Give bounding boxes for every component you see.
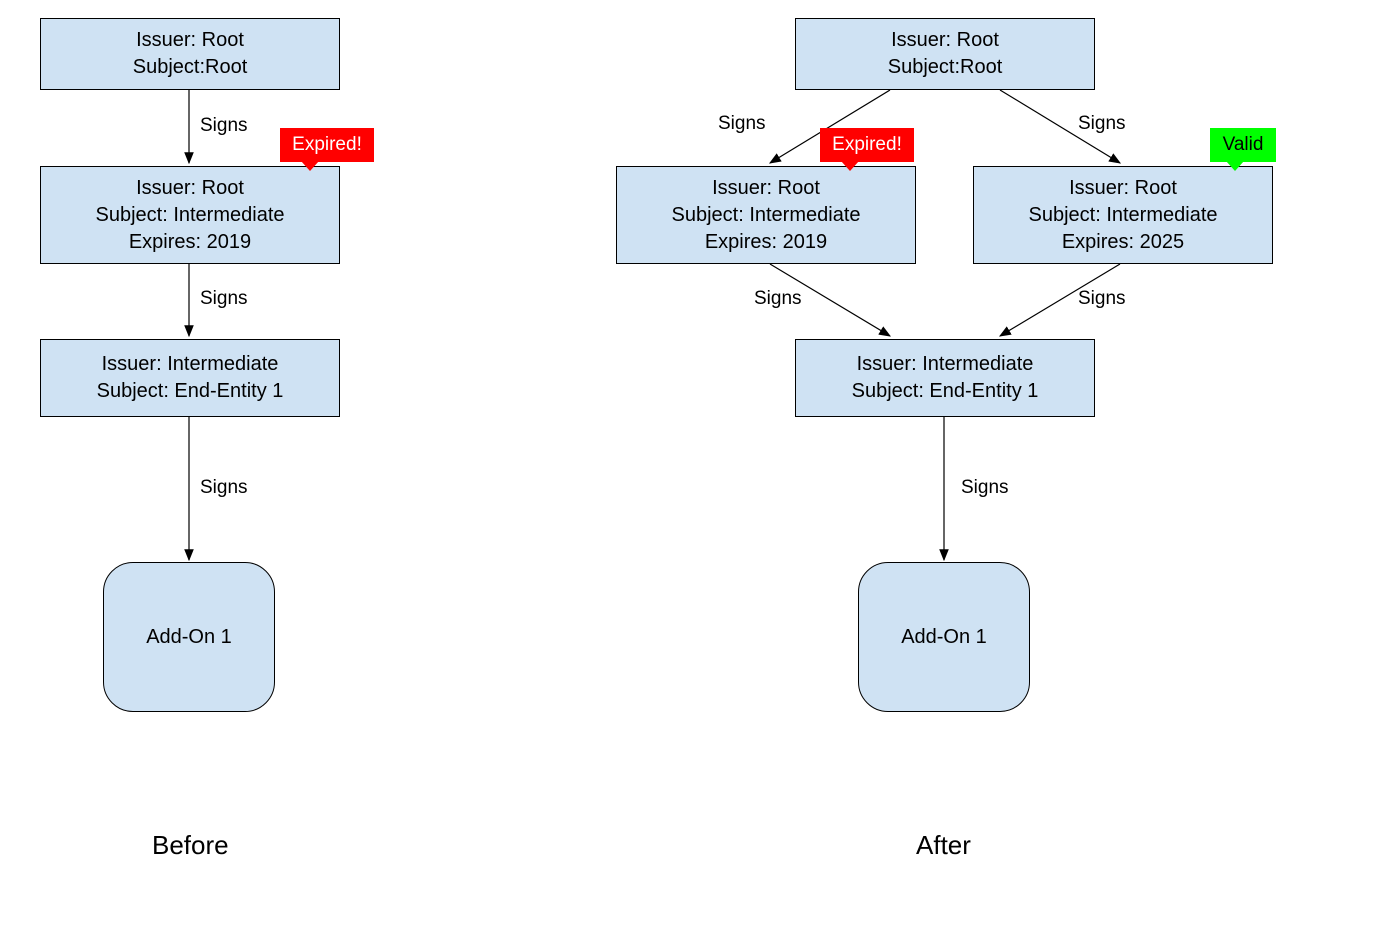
valid-badge-tail xyxy=(1226,161,1244,171)
signs-label: Signs xyxy=(1078,288,1126,310)
cert-line: Expires: 2019 xyxy=(705,229,827,256)
cert-line: Issuer: Root xyxy=(1069,175,1177,202)
signs-label: Signs xyxy=(200,477,248,499)
addon-label: Add-On 1 xyxy=(146,626,232,649)
cert-line: Issuer: Root xyxy=(136,175,244,202)
before-addon: Add-On 1 xyxy=(103,562,275,712)
signs-label: Signs xyxy=(961,477,1009,499)
arrows-layer xyxy=(0,0,1384,937)
signs-label: Signs xyxy=(1078,113,1126,135)
expired-badge-tail xyxy=(301,161,319,171)
cert-line: Subject:Root xyxy=(133,54,248,81)
signs-label: Signs xyxy=(200,115,248,137)
signs-label: Signs xyxy=(718,113,766,135)
cert-line: Issuer: Root xyxy=(136,27,244,54)
after-addon: Add-On 1 xyxy=(858,562,1030,712)
valid-badge: Valid xyxy=(1210,128,1276,162)
cert-line: Issuer: Root xyxy=(712,175,820,202)
expired-badge: Expired! xyxy=(280,128,374,162)
before-caption: Before xyxy=(152,830,229,861)
cert-line: Expires: 2019 xyxy=(129,229,251,256)
cert-line: Issuer: Intermediate xyxy=(102,351,279,378)
after-root-cert: Issuer: Root Subject:Root xyxy=(795,18,1095,90)
expired-badge: Expired! xyxy=(820,128,914,162)
before-endentity-cert: Issuer: Intermediate Subject: End-Entity… xyxy=(40,339,340,417)
before-root-cert: Issuer: Root Subject:Root xyxy=(40,18,340,90)
cert-line: Subject:Root xyxy=(888,54,1003,81)
cert-line: Subject: Intermediate xyxy=(1029,202,1218,229)
after-endentity-cert: Issuer: Intermediate Subject: End-Entity… xyxy=(795,339,1095,417)
expired-badge-tail xyxy=(841,161,859,171)
cert-line: Issuer: Root xyxy=(891,27,999,54)
cert-line: Subject: Intermediate xyxy=(96,202,285,229)
cert-line: Expires: 2025 xyxy=(1062,229,1184,256)
addon-label: Add-On 1 xyxy=(901,626,987,649)
cert-line: Subject: End-Entity 1 xyxy=(97,378,284,405)
cert-line: Subject: Intermediate xyxy=(672,202,861,229)
before-intermediate-cert: Issuer: Root Subject: Intermediate Expir… xyxy=(40,166,340,264)
cert-line: Subject: End-Entity 1 xyxy=(852,378,1039,405)
cert-line: Issuer: Intermediate xyxy=(857,351,1034,378)
signs-label: Signs xyxy=(754,288,802,310)
after-intermediate-valid: Issuer: Root Subject: Intermediate Expir… xyxy=(973,166,1273,264)
after-caption: After xyxy=(916,830,971,861)
signs-label: Signs xyxy=(200,288,248,310)
after-intermediate-expired: Issuer: Root Subject: Intermediate Expir… xyxy=(616,166,916,264)
